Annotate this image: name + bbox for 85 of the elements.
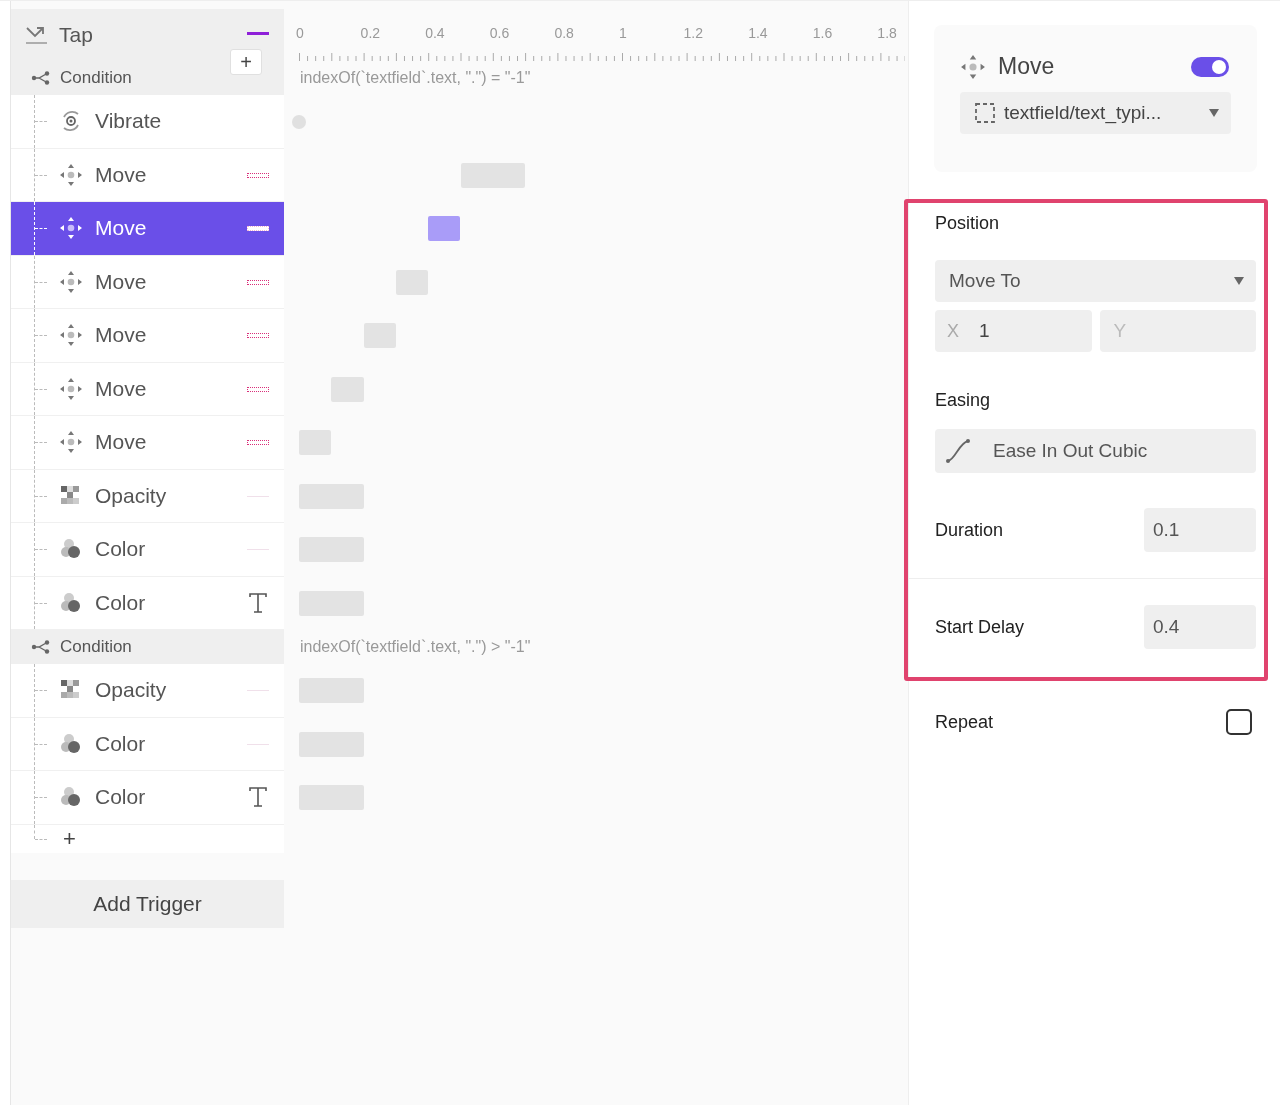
move-icon	[59, 216, 83, 241]
property-label: Start Delay	[935, 616, 1025, 638]
action-item[interactable]: Move	[11, 148, 284, 202]
action-item[interactable]: Move	[11, 416, 284, 470]
action-item[interactable]: Color	[11, 523, 284, 577]
frame-icon	[974, 102, 996, 124]
move-icon	[59, 323, 83, 348]
mode-dropdown[interactable]: Move To	[935, 260, 1256, 302]
condition-label[interactable]: Condition	[60, 637, 132, 657]
start-delay-field[interactable]: 0.4	[1144, 605, 1256, 649]
ruler-label: 1.4	[748, 25, 769, 41]
action-label: Color	[95, 731, 146, 756]
action-item[interactable]: Move	[11, 309, 284, 363]
move-icon	[960, 53, 986, 80]
action-label: Move	[95, 430, 147, 455]
action-label: Opacity	[95, 678, 167, 703]
badge-icon	[247, 226, 269, 231]
enable-toggle[interactable]	[1191, 56, 1229, 77]
move-icon	[59, 430, 83, 455]
property-label: Duration	[935, 519, 1004, 541]
action-label: Color	[95, 590, 146, 615]
action-label: Color	[95, 785, 146, 810]
tap-icon	[25, 25, 49, 45]
condition-expression: indexOf(`textfield`.text, ".") = "-1"	[300, 69, 531, 87]
ruler-label: 1.6	[812, 25, 834, 41]
branch-icon	[31, 640, 51, 654]
timeline-bar[interactable]	[428, 216, 461, 241]
badge-icon	[247, 172, 269, 178]
action-item[interactable]: Move	[11, 202, 284, 256]
condition-label[interactable]: Condition	[60, 68, 132, 88]
repeat-checkbox[interactable]	[1226, 709, 1252, 735]
caret-icon	[1234, 277, 1244, 285]
action-item[interactable]: Color	[11, 576, 284, 630]
action-label: Move	[95, 376, 147, 401]
action-label: Move	[95, 269, 147, 294]
ruler-label: 1	[618, 25, 628, 41]
badge-icon	[247, 279, 269, 285]
action-item[interactable]: Color	[11, 717, 284, 771]
add-button[interactable]: +	[230, 49, 262, 75]
badge-icon	[247, 440, 269, 445]
target-dropdown[interactable]: textfield/text_typi...	[960, 92, 1231, 134]
section-label: Position	[935, 213, 1001, 234]
move-icon	[59, 269, 83, 294]
move-icon	[59, 376, 83, 401]
ruler-label: 0.4	[425, 25, 446, 41]
action-item[interactable]: Opacity	[11, 469, 284, 523]
action-item[interactable]: Opacity	[11, 664, 284, 718]
action-label: Vibrate	[95, 109, 162, 134]
color-icon	[59, 590, 83, 615]
text-icon	[248, 786, 268, 808]
color-icon	[59, 731, 83, 756]
action-item[interactable]: Color	[11, 771, 284, 825]
collapse-icon[interactable]	[247, 32, 269, 35]
action-item[interactable]: Vibrate	[11, 95, 284, 149]
ruler-label: 0	[296, 25, 305, 41]
ruler-label: 0.6	[489, 25, 511, 41]
trigger-label: Tap	[59, 23, 93, 47]
action-label: Move	[95, 162, 147, 187]
add-action-button[interactable]: +	[63, 825, 76, 852]
section-label: Easing	[935, 390, 992, 411]
branch-icon	[31, 71, 51, 85]
action-label: Color	[95, 537, 146, 562]
property-label: Repeat	[935, 711, 994, 733]
ruler-label: 1.2	[683, 25, 705, 41]
add-trigger-button[interactable]: Add Trigger	[11, 879, 284, 928]
badge-icon	[247, 386, 269, 392]
badge-icon	[247, 333, 269, 338]
move-icon	[59, 162, 83, 187]
curve-icon	[945, 438, 971, 464]
condition-expression: indexOf(`textfield`.text, ".") > "-1"	[300, 638, 531, 656]
ruler-label: 0.8	[554, 25, 575, 41]
action-title: Move	[998, 53, 1056, 80]
caret-icon	[1209, 109, 1219, 117]
action-item[interactable]: Move	[11, 255, 284, 309]
text-icon	[248, 591, 268, 614]
action-item[interactable]: Move	[11, 362, 284, 416]
action-label: Move	[95, 216, 147, 241]
ruler-label: 0.2	[360, 25, 382, 41]
easing-dropdown[interactable]: Ease In Out Cubic	[935, 429, 1256, 473]
x-label: X	[947, 321, 959, 342]
ruler-label: 1.8	[877, 25, 898, 41]
timeline-dot[interactable]	[292, 115, 306, 129]
duration-field[interactable]: 0.1	[1144, 508, 1256, 552]
action-label: Move	[95, 323, 147, 348]
action-label: Opacity	[95, 483, 167, 508]
